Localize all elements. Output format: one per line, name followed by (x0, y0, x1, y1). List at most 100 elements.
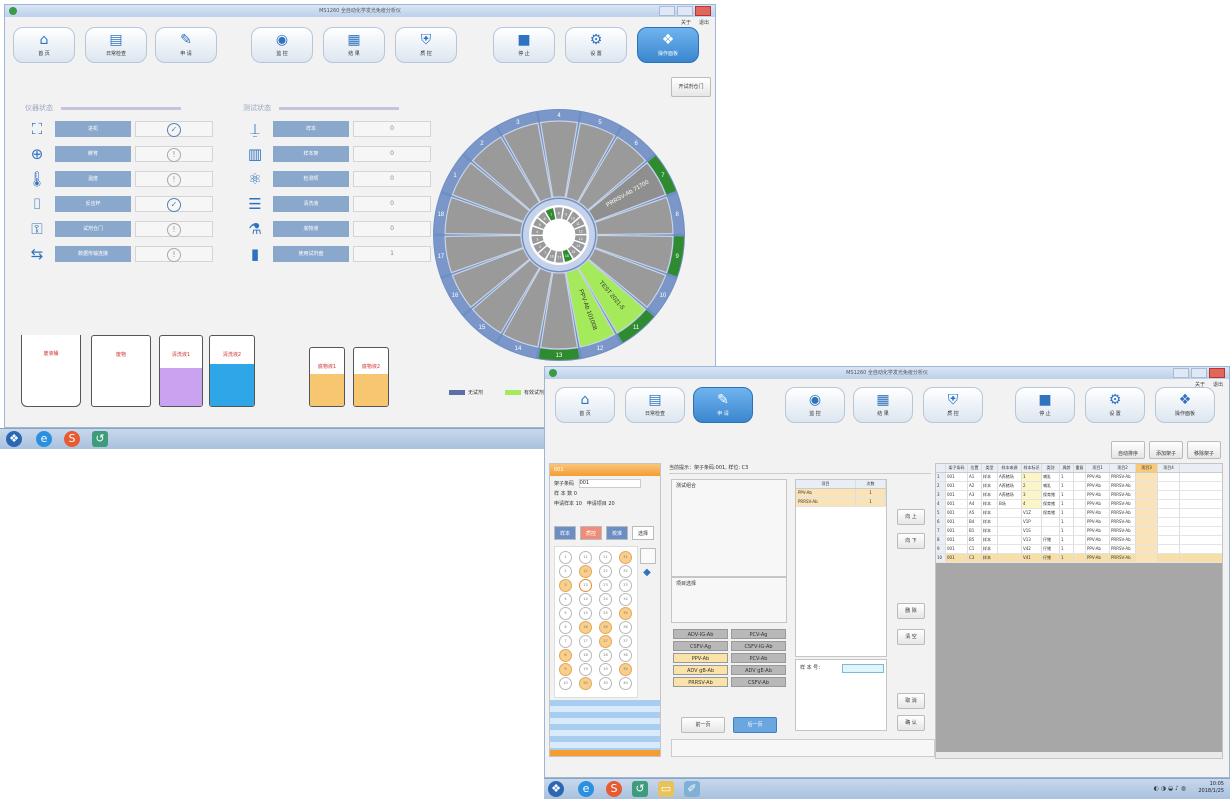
sogou-icon[interactable]: S (606, 781, 622, 797)
rack-well[interactable]: 26 (599, 621, 612, 634)
reagent-button[interactable]: CSFV-IG-Ab (731, 641, 786, 651)
toolbar-button-checklist[interactable]: ▤ 日常检查 (85, 27, 147, 63)
toolbar-button-apply[interactable]: ✎ 申 请 (693, 387, 753, 423)
rack-well[interactable]: 38 (619, 649, 632, 662)
toolbar-button-panel[interactable]: ❖ 操作面板 (637, 27, 699, 63)
rack-well[interactable]: 14 (579, 593, 592, 606)
rack-well[interactable]: 31 (619, 551, 632, 564)
rack-well[interactable]: 33 (619, 579, 632, 592)
toolbar-button-qc[interactable]: ⛨ 质 控 (923, 387, 983, 423)
paint-icon[interactable]: ✐ (684, 781, 700, 797)
rack-barcode-field[interactable]: 001 (578, 479, 641, 488)
toolbar-button-home[interactable]: ⌂ 首 页 (13, 27, 75, 63)
reagent-button[interactable]: CSFV-Ab (731, 677, 786, 687)
rack-well[interactable]: 1 (559, 551, 572, 564)
minimize-button[interactable] (1173, 368, 1189, 378)
table-row[interactable]: 3 001 A3 样本 A养猪场 3 保育猪 1 PPV-Ab PRRSV-Ab (936, 491, 1222, 500)
rack-action-button[interactable]: 自动排序 (1111, 441, 1145, 459)
table-row[interactable]: 10 001 C3 样本 V41 仔猪 1 PPV-Ab PRRSV-Ab (936, 554, 1222, 563)
rack-well[interactable]: 20 (579, 677, 592, 690)
rack-well[interactable]: 35 (619, 607, 632, 620)
sample-type-tab[interactable]: 样本 (554, 526, 576, 540)
rack-well[interactable]: 16 (579, 621, 592, 634)
toolbar-button-result[interactable]: ▦ 结 果 (323, 27, 385, 63)
rack-well[interactable]: 30 (599, 677, 612, 690)
sample-type-tab[interactable]: 校准 (606, 526, 628, 540)
table-row[interactable]: 7 001 B1 样本 V1S 1 PPV-Ab PRRSV-Ab (936, 527, 1222, 536)
rack-well[interactable]: 29 (599, 663, 612, 676)
reagent-button[interactable]: PPV-Ab (673, 653, 728, 663)
rack-well[interactable]: 9 (559, 663, 572, 676)
rack-well[interactable]: 25 (599, 607, 612, 620)
logout-link[interactable]: 退出 (699, 19, 709, 26)
rack-well[interactable]: 18 (579, 649, 592, 662)
table-row[interactable]: 9 001 C1 样本 V42 仔猪 1 PPV-Ab PRRSV-Ab (936, 545, 1222, 554)
reagent-button[interactable]: PRRSV-Ab (673, 677, 728, 687)
table-row[interactable]: 6 001 B4 样本 V1P 1 PPV-Ab PRRSV-Ab (936, 518, 1222, 527)
rack-well[interactable]: 24 (599, 593, 612, 606)
table-row[interactable]: 8 001 B5 样本 V13 仔猪 1 PPV-Ab PRRSV-Ab (936, 536, 1222, 545)
sample-type-tab[interactable]: 选择 (632, 526, 654, 540)
maximize-button[interactable] (1191, 368, 1207, 378)
rack-well[interactable]: 37 (619, 635, 632, 648)
sogou-icon[interactable]: S (64, 431, 80, 447)
ie-icon[interactable]: e (578, 781, 594, 797)
sample-no-input[interactable] (842, 664, 884, 673)
toolbar-button-qc[interactable]: ⛨ 质 控 (395, 27, 457, 63)
start-icon[interactable]: ❖ (6, 431, 22, 447)
next-page-button[interactable]: 后一页 (733, 717, 777, 733)
side-button[interactable]: 确 认 (897, 715, 925, 731)
folder-icon[interactable]: ▭ (658, 781, 674, 797)
rack-well[interactable]: 28 (599, 649, 612, 662)
about-link[interactable]: 关于 (681, 19, 691, 26)
rack-well[interactable]: 15 (579, 607, 592, 620)
toolbar-button-stop[interactable]: ■ 停 止 (1015, 387, 1075, 423)
reagent-button[interactable]: ADV-IG-Ab (673, 629, 728, 639)
table-row[interactable]: 1 001 A1 样本 A养猪场 1 哺乳 1 PPV-Ab PRRSV-Ab (936, 473, 1222, 482)
sample-type-tab[interactable]: 质控 (580, 526, 602, 540)
rack-well[interactable]: 10 (559, 677, 572, 690)
rack-well[interactable]: 11 (579, 551, 592, 564)
rack-well[interactable]: 40 (619, 677, 632, 690)
toolbar-button-result[interactable]: ▦ 结 果 (853, 387, 913, 423)
rack-well[interactable]: 39 (619, 663, 632, 676)
rack-well[interactable]: 32 (619, 565, 632, 578)
app-icon[interactable]: ↺ (632, 781, 648, 797)
rack-well[interactable]: 7 (559, 635, 572, 648)
start-icon[interactable]: ❖ (548, 781, 564, 797)
side-button[interactable]: 删 除 (897, 603, 925, 619)
rack-well[interactable]: 36 (619, 621, 632, 634)
rack-action-button[interactable]: 添加架子 (1149, 441, 1183, 459)
rack-well[interactable]: 4 (559, 593, 572, 606)
toolbar-button-stop[interactable]: ■ 停 止 (493, 27, 555, 63)
rack-well[interactable]: 5 (559, 607, 572, 620)
reagent-button[interactable]: ADV gB-Ab (673, 665, 728, 675)
table-row[interactable]: 5 001 A5 样本 V1Z 保育猪 1 PPV-Ab PRRSV-Ab (936, 509, 1222, 518)
rack-well[interactable]: 3 (559, 579, 572, 592)
logout-link[interactable]: 退出 (1213, 381, 1223, 388)
ie-icon[interactable]: e (36, 431, 52, 447)
close-button[interactable] (1209, 368, 1225, 378)
side-button[interactable]: 清 空 (897, 629, 925, 645)
rack-well[interactable]: 12 (579, 565, 592, 578)
toolbar-button-settings[interactable]: ⚙ 设 置 (565, 27, 627, 63)
rack-action-button[interactable]: 移除架子 (1187, 441, 1221, 459)
reagent-button[interactable]: CSFV-Ag (673, 641, 728, 651)
rack-well[interactable]: 34 (619, 593, 632, 606)
side-button[interactable]: 向 上 (897, 509, 925, 525)
prev-page-button[interactable]: 前一页 (681, 717, 725, 733)
project-list-row[interactable]: PPV-Ab 1 (796, 489, 886, 498)
toolbar-button-monitor[interactable]: ◉ 监 控 (251, 27, 313, 63)
rack-well[interactable]: 22 (599, 565, 612, 578)
reagent-button[interactable]: ADV gE-Ab (731, 665, 786, 675)
rack-well[interactable]: 6 (559, 621, 572, 634)
reagent-button[interactable]: PCV-Ab (731, 653, 786, 663)
table-scrollbar[interactable] (936, 752, 1222, 758)
rack-edit-icon[interactable]: ◆ (640, 566, 654, 580)
table-row[interactable]: 2 001 A2 样本 A养猪场 2 哺乳 1 PPV-Ab PRRSV-Ab (936, 482, 1222, 491)
minimize-button[interactable] (659, 6, 675, 16)
side-button[interactable]: 向 下 (897, 533, 925, 549)
rack-well[interactable]: 8 (559, 649, 572, 662)
rack-well[interactable]: 17 (579, 635, 592, 648)
rack-well[interactable]: 2 (559, 565, 572, 578)
